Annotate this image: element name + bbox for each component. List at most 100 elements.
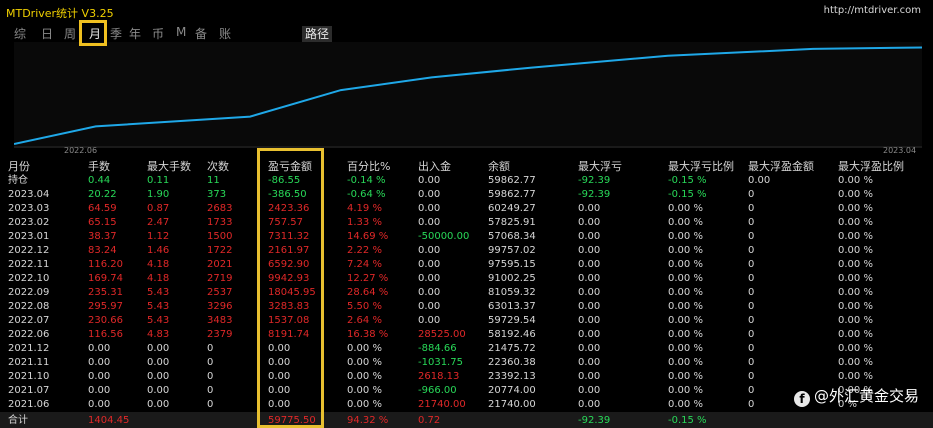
cell: 0.00 bbox=[88, 343, 111, 354]
cell: 21740.00 bbox=[488, 399, 536, 410]
cell: -0.15 % bbox=[668, 175, 707, 186]
table-row: 2022.10 169.74 4.18 2719 9942.93 12.27 % 0.00 9… bbox=[0, 272, 933, 286]
cell: 0 bbox=[207, 385, 214, 396]
cell: 91002.25 bbox=[488, 273, 536, 284]
tab-2[interactable]: 周 bbox=[64, 25, 76, 42]
cell: 20774.00 bbox=[488, 385, 536, 396]
cell: 2022.11 bbox=[8, 259, 50, 270]
cell: 0.00 bbox=[418, 217, 441, 228]
cell: 11 bbox=[207, 175, 220, 186]
cell: -884.66 bbox=[418, 343, 457, 354]
watermark-logo-icon: f bbox=[794, 391, 810, 407]
tab-4[interactable]: 季 bbox=[110, 25, 122, 42]
cell: 2.22 % bbox=[347, 245, 382, 256]
cell: 2537 bbox=[207, 287, 233, 298]
cell: 0 bbox=[748, 399, 755, 410]
cell: 169.74 bbox=[88, 273, 123, 284]
cell: 1500 bbox=[207, 231, 233, 242]
cell: 64.59 bbox=[88, 203, 117, 214]
equity-chart-svg bbox=[14, 46, 922, 148]
cell: 97595.15 bbox=[488, 259, 536, 270]
cell: 0 bbox=[748, 357, 755, 368]
cell: 14.69 % bbox=[347, 231, 389, 242]
cell: 0.00 bbox=[578, 259, 601, 270]
table-row: 2023.03 64.59 0.87 2683 2423.36 4.19 % 0.00 602… bbox=[0, 202, 933, 216]
cell: 0.00 % bbox=[668, 301, 703, 312]
tab-7[interactable]: M bbox=[176, 25, 186, 39]
cell: 最大浮亏 bbox=[578, 160, 622, 173]
cell: 1.90 bbox=[147, 189, 170, 200]
cell: 0 bbox=[748, 203, 755, 214]
tab-path[interactable]: 路径 bbox=[302, 26, 332, 42]
table-row: 2023.01 38.37 1.12 1500 7311.32 14.69 % -50000… bbox=[0, 230, 933, 244]
title-bar: MTDriver统计 V3.25 http://mtdriver.com bbox=[0, 0, 933, 22]
cell: 0.00 % bbox=[668, 245, 703, 256]
cell: 230.66 bbox=[88, 315, 123, 326]
cell: 28.64 % bbox=[347, 287, 389, 298]
cell: 0.00 % bbox=[668, 231, 703, 242]
cell: 81059.32 bbox=[488, 287, 536, 298]
cell: 0.00 % bbox=[347, 357, 382, 368]
cell: 0.00 bbox=[578, 301, 601, 312]
cell: 2.47 bbox=[147, 217, 170, 228]
table-row: 2023.04 20.22 1.90 373 -386.50 -0.64 % 0.00 598… bbox=[0, 188, 933, 202]
tab-1[interactable]: 日 bbox=[41, 25, 53, 42]
cell: 2023.03 bbox=[8, 203, 50, 214]
cell: 0.00 % bbox=[838, 301, 873, 312]
cell: 2021.07 bbox=[8, 385, 50, 396]
cell: -92.39 bbox=[578, 175, 611, 186]
cell: 1.46 bbox=[147, 245, 170, 256]
table-row: 2022.11 116.20 4.18 2021 6592.90 7.24 % 0.00 97… bbox=[0, 258, 933, 272]
cell: 0.00 % bbox=[838, 329, 873, 340]
cell: 2021.12 bbox=[8, 343, 50, 354]
cell: 4.19 % bbox=[347, 203, 382, 214]
cell: 4.18 bbox=[147, 259, 170, 270]
app-title: MTDriver统计 V3.25 bbox=[6, 7, 114, 20]
cell: 0.00 % bbox=[668, 273, 703, 284]
table-row: 2022.12 83.24 1.46 1722 2161.97 2.22 % 0.00 997… bbox=[0, 244, 933, 258]
cell: 0 bbox=[207, 371, 214, 382]
cell: 0 bbox=[748, 287, 755, 298]
tab-0[interactable]: 综 bbox=[14, 25, 26, 42]
cell: 0.00 % bbox=[838, 245, 873, 256]
cell: 5.43 bbox=[147, 315, 170, 326]
watermark-text: @外汇黄金交易 bbox=[814, 387, 920, 405]
table-row: 2021.10 0.00 0.00 0 0.00 0.00 % 2618.13 23392.1… bbox=[0, 370, 933, 384]
cell: 0.00 bbox=[578, 315, 601, 326]
cell: 0 bbox=[748, 385, 755, 396]
cell: 2618.13 bbox=[418, 371, 460, 382]
cell: -0.15 % bbox=[668, 415, 707, 426]
cell: 59729.54 bbox=[488, 315, 536, 326]
cell: 最大浮盈金额 bbox=[748, 160, 814, 173]
cell: 83.24 bbox=[88, 245, 117, 256]
cell: 116.56 bbox=[88, 329, 123, 340]
highlight-box-pnl-column bbox=[257, 148, 324, 428]
table-row: 2021.12 0.00 0.00 0 0.00 0.00 % -884.66 21475.7… bbox=[0, 342, 933, 356]
cell: 4.18 bbox=[147, 273, 170, 284]
table-row: 2022.07 230.66 5.43 3483 1537.08 2.64 % 0.00 59… bbox=[0, 314, 933, 328]
cell: 0.00 % bbox=[668, 259, 703, 270]
cell: 0 bbox=[207, 399, 214, 410]
cell: 0.00 bbox=[748, 175, 771, 186]
cell: 0.00 % bbox=[838, 357, 873, 368]
chart-x-label-end: 2023.04 bbox=[883, 146, 917, 155]
tab-6[interactable]: 币 bbox=[152, 25, 164, 42]
cell: 5.43 bbox=[147, 301, 170, 312]
cell: 0.00 % bbox=[668, 287, 703, 298]
cell: 0.00 % bbox=[668, 329, 703, 340]
cell: 2683 bbox=[207, 203, 233, 214]
cell: 0 bbox=[748, 315, 755, 326]
cell: -966.00 bbox=[418, 385, 457, 396]
cell: 0.00 bbox=[147, 399, 170, 410]
cell: 0 bbox=[748, 343, 755, 354]
cell: 0 bbox=[748, 217, 755, 228]
cell: 0 bbox=[207, 357, 214, 368]
website-link[interactable]: http://mtdriver.com bbox=[824, 5, 921, 16]
cell: 0.00 % bbox=[838, 273, 873, 284]
cell: 0.00 % bbox=[347, 371, 382, 382]
cell: 0.00 bbox=[578, 329, 601, 340]
tab-5[interactable]: 年 bbox=[129, 25, 141, 42]
table-header: 月份 手数 最大手数 次数 盈亏金额 百分比% 出入金 余额 最大浮亏 最大浮亏比例 最大浮盈金额最… bbox=[0, 160, 933, 174]
cell: 0 bbox=[748, 329, 755, 340]
tab-8[interactable]: 备 bbox=[195, 25, 207, 42]
